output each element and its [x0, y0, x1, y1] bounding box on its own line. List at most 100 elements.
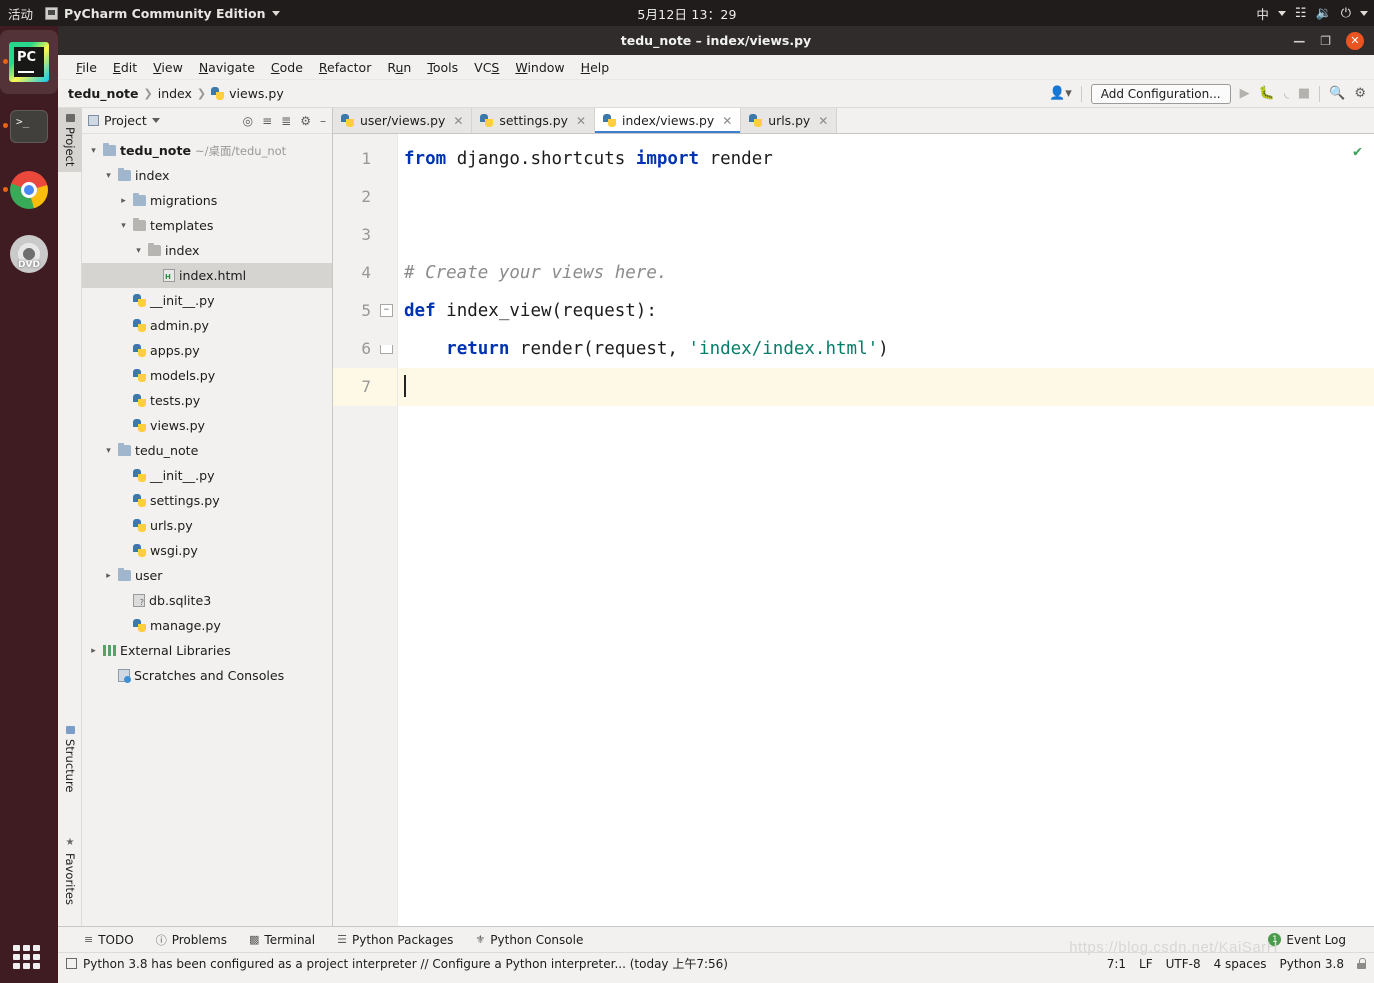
tree-item-db-sqlite3[interactable]: ▸ db.sqlite3 — [82, 588, 332, 613]
debug-icon[interactable]: 🐛 — [1259, 87, 1275, 100]
bottom-tab-python-packages[interactable]: ☰ Python Packages — [337, 933, 453, 947]
menu-view[interactable]: View — [145, 57, 191, 78]
menu-help[interactable]: Help — [573, 57, 618, 78]
add-configuration-button[interactable]: Add Configuration... — [1090, 83, 1231, 104]
run-icon[interactable]: ▶ — [1240, 87, 1250, 100]
rail-tab-project[interactable]: Project — [58, 108, 82, 173]
fold-collapse-icon[interactable]: − — [380, 304, 393, 317]
close-icon[interactable]: ✕ — [453, 114, 463, 128]
menu-tools[interactable]: Tools — [419, 57, 466, 78]
run-coverage-icon[interactable]: ◟ — [1284, 87, 1289, 100]
chevron-down-icon[interactable] — [151, 118, 160, 123]
close-icon[interactable]: ✕ — [722, 114, 732, 128]
power-icon[interactable]: ⏻ — [1341, 7, 1351, 20]
tree-item-external-libraries[interactable]: ▸ External Libraries — [82, 638, 332, 663]
clock[interactable]: 5月12日 13：29 — [0, 4, 1374, 23]
tree-item-templates[interactable]: ▾ templates — [82, 213, 332, 238]
breadcrumb-file[interactable]: views.py — [211, 86, 284, 101]
menu-window[interactable]: Window — [507, 57, 572, 78]
tab-settings-py[interactable]: settings.py ✕ — [472, 108, 596, 133]
chevron-down-icon[interactable]: ▾ — [133, 246, 144, 256]
stop-icon[interactable]: ■ — [1298, 87, 1310, 100]
tab-user-views-py[interactable]: user/views.py ✕ — [333, 108, 473, 133]
user-dropdown-icon[interactable]: 👤▾ — [1049, 87, 1072, 100]
python-interpreter[interactable]: Python 3.8 — [1280, 957, 1345, 971]
bottom-tab-todo[interactable]: ≡ TODO — [84, 933, 134, 947]
chevron-down-icon[interactable] — [1360, 10, 1368, 16]
menu-edit[interactable]: Edit — [105, 57, 145, 78]
close-icon[interactable]: ✕ — [576, 114, 586, 128]
breadcrumb-project[interactable]: tedu_note — [68, 86, 139, 101]
file-encoding[interactable]: UTF-8 — [1166, 957, 1201, 971]
tree-item-index-html[interactable]: ▸ index.html — [82, 263, 332, 288]
settings-gear-icon[interactable]: ⚙ — [300, 114, 311, 128]
tree-item-user[interactable]: ▸ user — [82, 563, 332, 588]
project-panel-title-group[interactable]: Project — [88, 113, 160, 128]
chevron-down-icon[interactable]: ▾ — [118, 221, 129, 231]
chevron-down-icon[interactable]: ▾ — [103, 171, 114, 181]
chevron-down-icon[interactable]: ▾ — [103, 446, 114, 456]
chevron-right-icon[interactable]: ▸ — [118, 196, 129, 206]
menu-run[interactable]: Run — [379, 57, 419, 78]
code-editor[interactable]: 1 2 3 4 5 − 6 7 from django.shortcuts im… — [333, 134, 1374, 926]
tab-urls-py[interactable]: urls.py ✕ — [741, 108, 838, 133]
target-icon[interactable]: ◎ — [243, 114, 253, 128]
lock-icon[interactable] — [1357, 958, 1366, 969]
tree-item-views-py[interactable]: ▸ views.py — [82, 413, 332, 438]
dock-item-chrome[interactable] — [0, 158, 58, 222]
minimize-button[interactable]: — — [1293, 35, 1305, 47]
breadcrumb-index[interactable]: index — [158, 86, 192, 101]
event-log-button[interactable]: 1 Event Log — [1268, 933, 1346, 947]
chevron-right-icon[interactable]: ▸ — [103, 571, 114, 581]
rail-tab-favorites[interactable]: ★ Favorites — [58, 831, 82, 911]
tree-item-index-init[interactable]: ▸ __init__.py — [82, 288, 332, 313]
chevron-down-icon[interactable] — [1277, 10, 1286, 16]
fold-end-icon[interactable] — [380, 345, 393, 354]
tree-item-manage-py[interactable]: ▸ manage.py — [82, 613, 332, 638]
line-separator[interactable]: LF — [1139, 957, 1153, 971]
menu-file[interactable]: File — [68, 57, 105, 78]
show-applications-button[interactable] — [13, 945, 45, 969]
collapse-all-icon[interactable]: ≡ — [262, 114, 272, 128]
indent-setting[interactable]: 4 spaces — [1214, 957, 1267, 971]
close-button[interactable]: ✕ — [1346, 31, 1364, 50]
dock-item-ubuntu-installer[interactable]: DVD — [0, 222, 58, 286]
inspection-ok-icon[interactable]: ✔ — [1353, 142, 1362, 160]
tree-item-scratches[interactable]: ▸ Scratches and Consoles — [82, 663, 332, 688]
volume-icon[interactable]: 🔉 — [1316, 7, 1332, 20]
memory-indicator-icon[interactable] — [66, 958, 77, 969]
bottom-tab-terminal[interactable]: ▩ Terminal — [249, 933, 315, 947]
tree-item-urls-py[interactable]: ▸ urls.py — [82, 513, 332, 538]
tree-item-templates-index[interactable]: ▾ index — [82, 238, 332, 263]
menu-code[interactable]: Code — [263, 57, 311, 78]
dock-item-pycharm[interactable]: PC — [0, 30, 58, 94]
menu-vcs[interactable]: VCS — [466, 57, 507, 78]
code-content[interactable]: from django.shortcuts import render # Cr… — [398, 134, 1374, 926]
search-icon[interactable]: 🔍 — [1329, 87, 1345, 100]
tree-item-wsgi-py[interactable]: ▸ wsgi.py — [82, 538, 332, 563]
menu-navigate[interactable]: Navigate — [191, 57, 263, 78]
tree-item-tests-py[interactable]: ▸ tests.py — [82, 388, 332, 413]
dock-item-terminal[interactable]: >_ — [0, 94, 58, 158]
network-icon[interactable]: ☷ — [1295, 7, 1307, 20]
tree-item-migrations[interactable]: ▸ migrations — [82, 188, 332, 213]
tree-item-settings-py[interactable]: ▸ settings.py — [82, 488, 332, 513]
tree-item-index[interactable]: ▾ index — [82, 163, 332, 188]
close-icon[interactable]: ✕ — [818, 114, 828, 128]
input-method-indicator[interactable]: 中 — [1256, 4, 1269, 23]
tree-item-models-py[interactable]: ▸ models.py — [82, 363, 332, 388]
tree-item-admin-py[interactable]: ▸ admin.py — [82, 313, 332, 338]
hide-icon[interactable]: – — [320, 114, 326, 128]
settings-gear-icon[interactable]: ⚙ — [1354, 87, 1366, 100]
maximize-button[interactable]: ❐ — [1320, 35, 1331, 47]
bottom-tab-python-console[interactable]: ⚜ Python Console — [475, 933, 583, 947]
chevron-right-icon[interactable]: ▸ — [88, 646, 99, 656]
tree-item-tedu_note-pkg[interactable]: ▾ tedu_note — [82, 438, 332, 463]
bottom-tab-problems[interactable]: ⓘ Problems — [156, 932, 227, 948]
expand-icon[interactable]: ≣ — [281, 114, 291, 128]
tree-item-apps-py[interactable]: ▸ apps.py — [82, 338, 332, 363]
rail-tab-structure[interactable]: Structure — [58, 720, 82, 799]
tree-item-tedu_note-root[interactable]: ▾ tedu_note ~/桌面/tedu_not — [82, 138, 332, 163]
tree-item-pkg-init[interactable]: ▸ __init__.py — [82, 463, 332, 488]
menu-refactor[interactable]: Refactor — [311, 57, 379, 78]
